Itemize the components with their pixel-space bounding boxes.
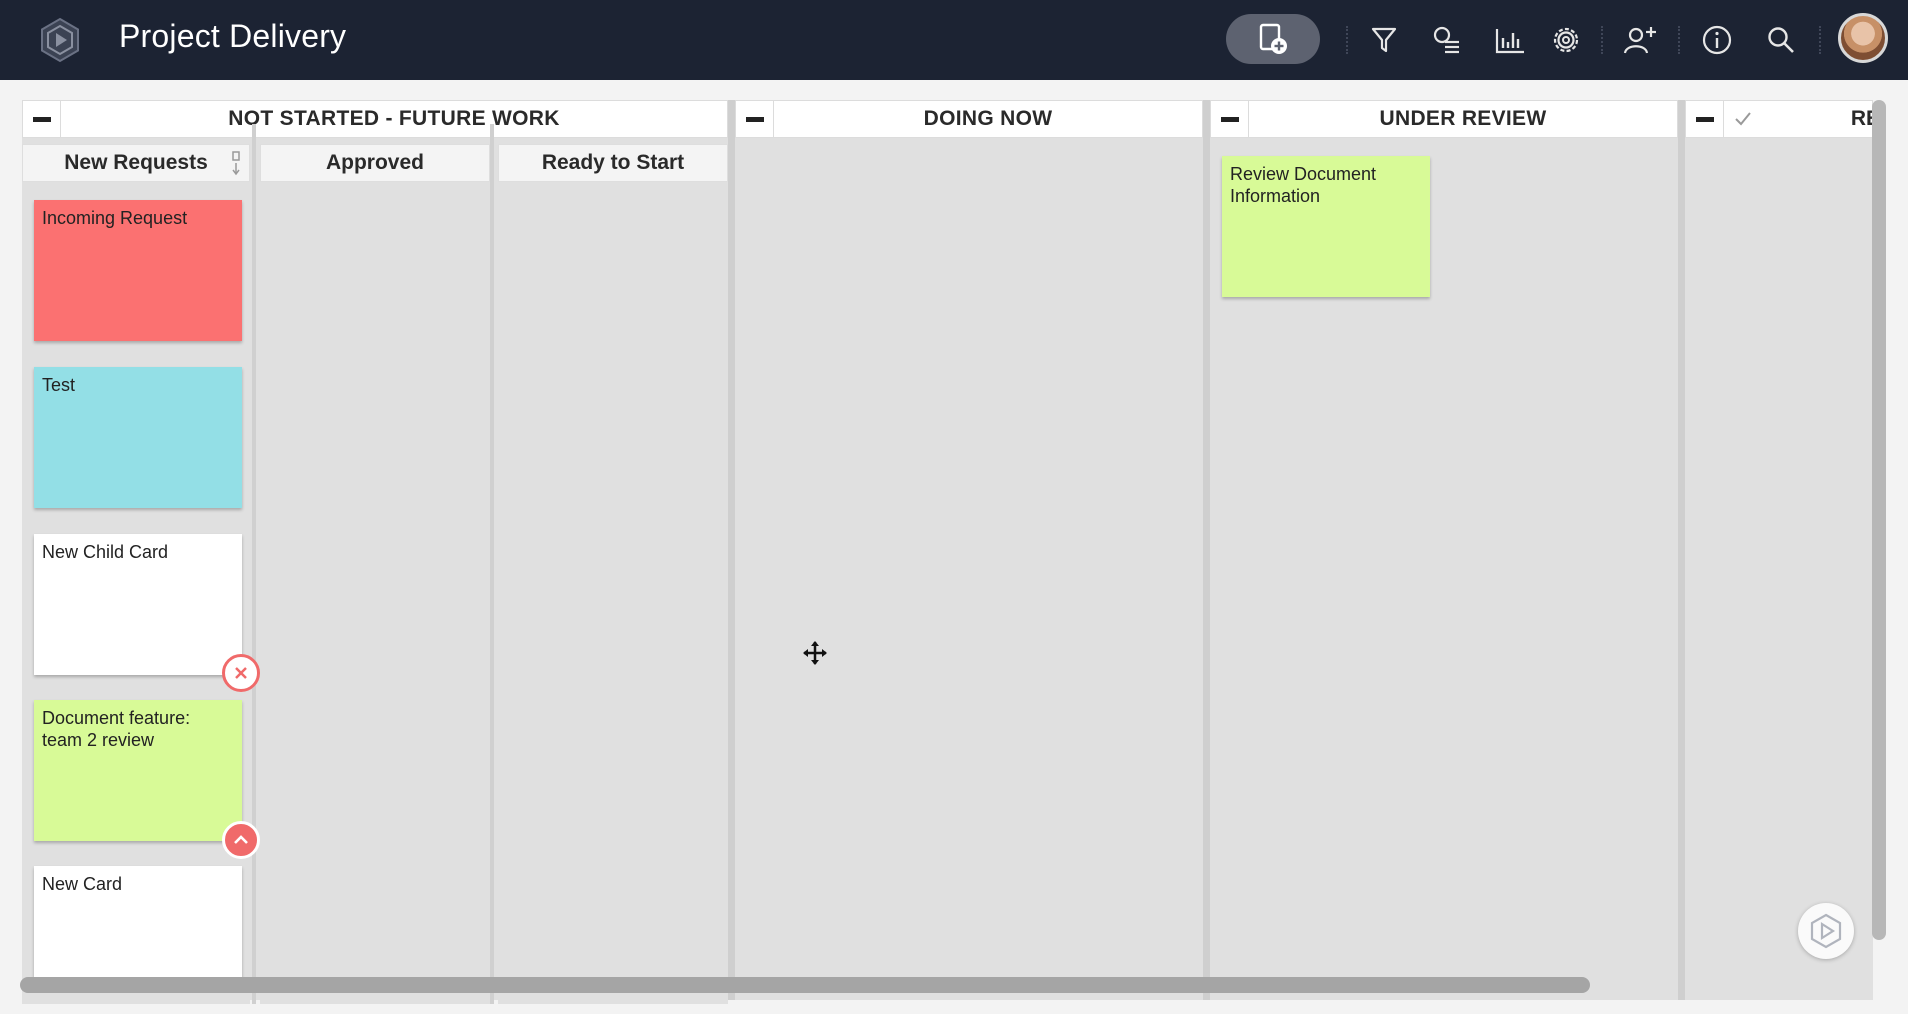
collapse-icon — [32, 116, 51, 122]
sublane-divider — [490, 124, 494, 1004]
toolbar-separator — [1678, 26, 1680, 54]
card-title: Document feature: team 2 review — [42, 708, 191, 750]
info-icon — [1702, 25, 1732, 55]
analytics-icon — [1495, 29, 1524, 54]
invite-user-button[interactable] — [1620, 20, 1660, 60]
collapse-icon — [1695, 116, 1714, 122]
filter-icon — [1371, 27, 1397, 53]
toolbar-separator — [1346, 26, 1348, 54]
lane-header: RE — [1685, 100, 1880, 138]
card[interactable]: Test — [34, 367, 242, 508]
app-title: Project Delivery — [119, 18, 347, 54]
collapse-lane-button[interactable] — [23, 100, 61, 138]
lane-doing-now: DOING NOW — [735, 100, 1203, 1000]
add-card-icon — [1259, 23, 1287, 54]
lane-divider — [1678, 100, 1685, 1000]
lane-title: UNDER REVIEW — [1379, 107, 1547, 130]
sublane-header: Ready to Start — [498, 144, 728, 182]
sort-icon[interactable] — [231, 150, 241, 176]
card-title: Incoming Request — [42, 208, 188, 228]
sublane-title: New Requests — [64, 151, 208, 174]
card[interactable]: Incoming Request — [34, 200, 242, 341]
user-avatar[interactable] — [1838, 13, 1888, 63]
board: NOT STARTED - FUTURE WORK New Requests A… — [0, 80, 1908, 1014]
collapse-icon — [745, 116, 764, 122]
sublane-divider — [252, 124, 256, 1004]
card-title: Review Document Information — [1230, 164, 1377, 206]
remove-icon — [235, 667, 247, 679]
lane-divider — [1203, 100, 1210, 1000]
vertical-scrollbar[interactable] — [1872, 100, 1886, 940]
collapse-icon — [1220, 116, 1239, 122]
search-icon — [1768, 27, 1794, 53]
sublane-header: Approved — [260, 144, 490, 182]
horizontal-scrollbar[interactable] — [20, 977, 1590, 993]
lane-header: NOT STARTED - FUTURE WORK — [22, 100, 728, 138]
collapse-lane-button[interactable] — [1211, 100, 1249, 138]
card[interactable]: Document feature: team 2 review — [34, 700, 242, 841]
add-card-button[interactable] — [1226, 14, 1320, 64]
expand-card-button[interactable] — [222, 821, 260, 859]
card[interactable]: New Child Card — [34, 534, 242, 675]
help-icon — [1810, 913, 1842, 949]
search-cards-icon — [1433, 26, 1459, 54]
card-title: Test — [42, 375, 76, 395]
sublane-header: New Requests — [22, 144, 250, 182]
chevron-up-icon — [234, 835, 248, 844]
settings-icon — [1553, 27, 1579, 53]
analytics-button[interactable] — [1490, 20, 1530, 60]
info-button[interactable] — [1697, 20, 1737, 60]
collapse-lane-button[interactable] — [736, 100, 774, 138]
top-bar: Project Delivery — [0, 0, 1908, 80]
lane-ready: RE — [1685, 100, 1880, 1000]
search-button[interactable] — [1761, 20, 1801, 60]
toolbar-separator — [1601, 26, 1603, 54]
sublane-approved: Approved — [260, 144, 490, 1004]
card-title: New Card — [42, 874, 123, 894]
check-icon — [1735, 112, 1751, 126]
sublane-title: Ready to Start — [541, 151, 685, 174]
filter-button[interactable] — [1364, 20, 1404, 60]
move-cursor-icon — [803, 641, 827, 665]
lane-divider — [728, 100, 735, 1000]
card-title: New Child Card — [42, 542, 169, 562]
collapse-lane-button[interactable] — [1686, 100, 1724, 138]
help-button[interactable] — [1798, 903, 1854, 959]
card[interactable]: New Card — [34, 866, 242, 986]
logo-icon[interactable] — [36, 16, 84, 64]
lane-title: DOING NOW — [923, 107, 1053, 130]
search-cards-button[interactable] — [1427, 20, 1467, 60]
sublane-title: Approved — [325, 151, 424, 174]
remove-card-button[interactable] — [222, 654, 260, 692]
settings-button[interactable] — [1546, 20, 1586, 60]
lane-header: DOING NOW — [735, 100, 1203, 138]
invite-user-icon — [1623, 27, 1656, 54]
toolbar-separator — [1819, 26, 1821, 54]
sublane-ready-to-start: Ready to Start — [498, 144, 728, 1004]
card[interactable]: Review Document Information — [1222, 156, 1430, 297]
lane-title: NOT STARTED - FUTURE WORK — [228, 107, 560, 130]
lane-header: UNDER REVIEW — [1210, 100, 1678, 138]
